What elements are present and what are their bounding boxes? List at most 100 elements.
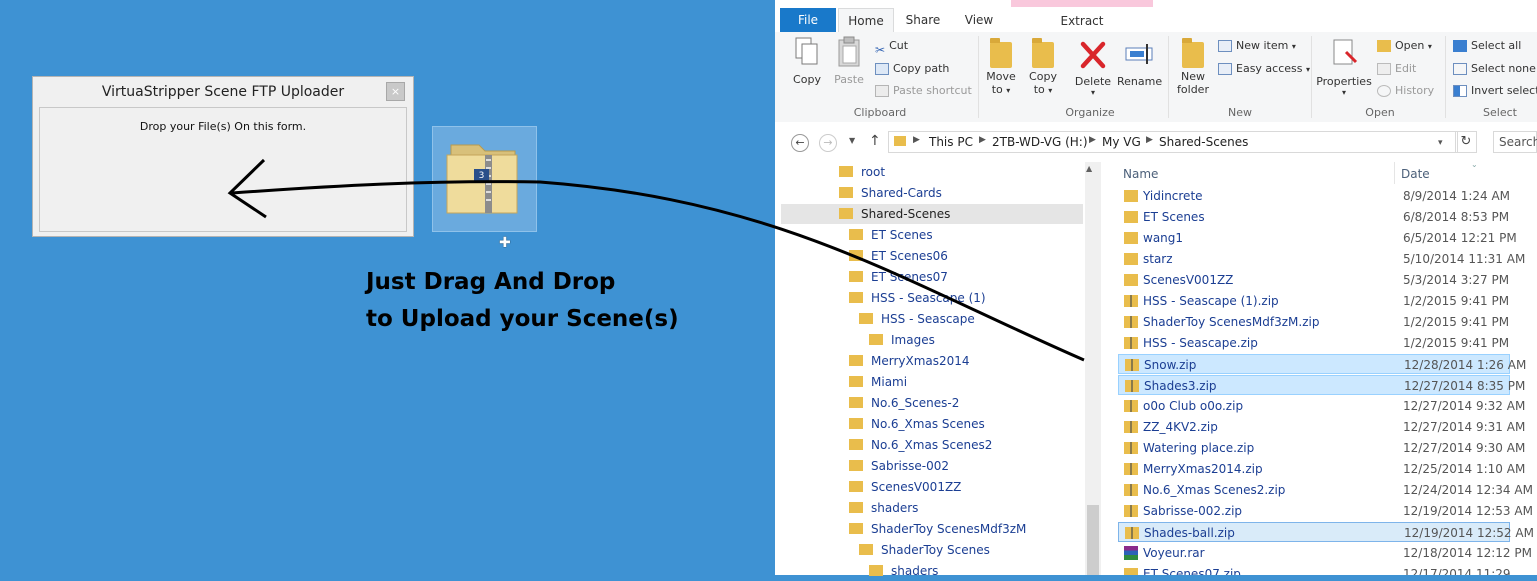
column-header-name[interactable]: Name — [1123, 164, 1158, 184]
history-button[interactable]: History — [1377, 81, 1434, 101]
tree-item[interactable]: ET Scenes07 — [849, 267, 948, 287]
tree-item[interactable]: MerryXmas2014 — [849, 351, 970, 371]
select-all-button[interactable]: Select all — [1453, 36, 1521, 56]
list-item[interactable]: ET Scenes07.zip12/17/2014 11:29 AM — [1118, 564, 1510, 575]
tab-home[interactable]: Home — [838, 8, 894, 32]
crumb-drive[interactable]: 2TB-WD-VG (H:) — [992, 135, 1088, 149]
group-divider — [1311, 36, 1312, 118]
list-item[interactable]: HSS - Seascape (1).zip 1/2/2015 9:41 PM — [1118, 291, 1510, 311]
ribbon-tabs: File Home Share View Extract — [775, 0, 1537, 33]
copy-path-button[interactable]: Copy path — [875, 59, 949, 79]
move-to-button[interactable]: Move to ▾ — [983, 36, 1019, 96]
back-button[interactable]: ← — [791, 134, 809, 152]
cut-button[interactable]: ✂ Cut — [875, 36, 908, 57]
open-button[interactable]: Open ▾ — [1377, 36, 1432, 56]
list-item[interactable]: Sabrisse-002.zip 12/19/2014 12:53 AM — [1118, 501, 1533, 521]
list-item[interactable]: Yidincrete 8/9/2014 1:24 AM — [1118, 186, 1510, 206]
copy-to-button[interactable]: Copy to ▾ — [1025, 36, 1061, 96]
new-folder-button[interactable]: New folder — [1173, 36, 1213, 96]
crumb-my-vg[interactable]: My VG — [1102, 135, 1141, 149]
chevron-right-icon[interactable]: ▶ — [913, 135, 920, 145]
drop-instruction: Drop your File(s) On this form. — [139, 120, 307, 133]
list-item[interactable]: MerryXmas2014.zip 12/25/2014 1:10 AM — [1118, 459, 1525, 479]
drop-zone[interactable]: Drop your File(s) On this form. — [39, 107, 407, 232]
chevron-right-icon[interactable]: ▶ — [1089, 135, 1096, 145]
chevron-right-icon[interactable]: ▶ — [979, 135, 986, 145]
tree-item[interactable]: Sabrisse-002 — [849, 456, 949, 476]
tree-item[interactable]: root — [839, 162, 885, 182]
tree-item[interactable]: shaders — [869, 561, 938, 581]
tree-item[interactable]: Shared-Cards — [839, 183, 942, 203]
edit-button[interactable]: Edit — [1377, 59, 1416, 79]
tree-item[interactable]: ShaderToy ScenesMdf3zM — [849, 519, 1026, 539]
file-explorer-window[interactable]: File Home Share View Extract Copy Paste … — [775, 0, 1537, 578]
invert-selection-icon — [1453, 85, 1467, 97]
zipper-icon — [1130, 442, 1132, 454]
column-header-date[interactable]: Date — [1401, 164, 1430, 184]
tree-item[interactable]: ShaderToy Scenes — [859, 540, 990, 560]
forward-button[interactable]: → — [819, 134, 837, 152]
tree-item[interactable]: ScenesV001ZZ — [849, 477, 961, 497]
group-divider — [1445, 36, 1446, 118]
chevron-right-icon[interactable]: ▶ — [1146, 135, 1153, 145]
paste-button[interactable]: Paste — [831, 36, 867, 86]
invert-selection-button[interactable]: Invert selecti — [1453, 81, 1537, 101]
tab-view[interactable]: View — [951, 8, 1007, 32]
list-item-selected[interactable]: Snow.zip 12/28/2014 1:26 AM — [1118, 354, 1526, 374]
list-item[interactable]: HSS - Seascape.zip 1/2/2015 9:41 PM — [1118, 333, 1510, 353]
list-item[interactable]: starz 5/10/2014 11:31 AM — [1118, 249, 1525, 269]
tree-item[interactable]: shaders — [849, 498, 918, 518]
tree-item[interactable]: HSS - Seascape — [859, 309, 975, 329]
rename-button[interactable]: Rename — [1117, 36, 1162, 88]
delete-button[interactable]: Delete ▾ — [1073, 36, 1113, 97]
tree-scrollbar-thumb[interactable] — [1087, 505, 1099, 575]
uploader-window[interactable]: VirtuaStripper Scene FTP Uploader × Drop… — [32, 76, 414, 237]
list-item[interactable]: No.6_Xmas Scenes2.zip 12/24/2014 12:34 AM — [1118, 480, 1533, 500]
folder-icon — [849, 376, 863, 387]
copy-button[interactable]: Copy — [789, 36, 825, 86]
properties-button[interactable]: Properties ▾ — [1315, 36, 1373, 97]
address-box[interactable]: ▶ This PC ▶ 2TB-WD-VG (H:) ▶ My VG ▶ Sha… — [888, 131, 1458, 153]
tab-share[interactable]: Share — [897, 8, 949, 32]
column-divider[interactable] — [1394, 162, 1395, 184]
list-item-focused[interactable]: Shades-ball.zip 12/19/2014 12:52 AM — [1118, 522, 1534, 542]
tab-file[interactable]: File — [780, 8, 836, 32]
crumb-shared-scenes[interactable]: Shared-Scenes — [1159, 135, 1248, 149]
tab-extract[interactable]: Extract — [1011, 9, 1153, 33]
list-item[interactable]: ET Scenes 6/8/2014 8:53 PM — [1118, 207, 1510, 227]
list-item[interactable]: Voyeur.rar 12/18/2014 12:12 PM — [1118, 543, 1532, 563]
recent-locations-chevron-icon[interactable]: ▼ — [849, 136, 855, 145]
folder-icon — [849, 523, 863, 534]
tree-item[interactable]: No.6_Xmas Scenes — [849, 414, 985, 434]
new-item-icon — [1218, 40, 1232, 52]
paste-shortcut-button[interactable]: Paste shortcut — [875, 81, 972, 101]
zipper-icon — [1131, 527, 1133, 539]
list-item-selected[interactable]: Shades3.zip 12/27/2014 8:35 PM — [1118, 375, 1525, 395]
tree-item[interactable]: Miami — [849, 372, 907, 392]
scroll-up-arrow-icon[interactable]: ▲ — [1086, 164, 1092, 173]
search-input[interactable]: Search — [1493, 131, 1537, 153]
list-item[interactable]: ZZ_4KV2.zip 12/27/2014 9:31 AM — [1118, 417, 1525, 437]
tree-item[interactable]: ET Scenes06 — [849, 246, 948, 266]
list-item[interactable]: wang1 6/5/2014 12:21 PM — [1118, 228, 1517, 248]
list-item[interactable]: o0o Club o0o.zip 12/27/2014 9:32 AM — [1118, 396, 1525, 416]
tree-item[interactable]: Images — [869, 330, 935, 350]
tree-item[interactable]: No.6_Scenes-2 — [849, 393, 959, 413]
list-item[interactable]: ShaderToy ScenesMdf3zM.zip 1/2/2015 9:41 … — [1118, 312, 1510, 332]
tree-item-selected[interactable]: Shared-Scenes — [781, 204, 1083, 224]
new-item-button[interactable]: New item ▾ — [1218, 36, 1296, 56]
up-arrow-icon[interactable]: ↑ — [869, 133, 881, 149]
tree-item[interactable]: ET Scenes — [849, 225, 933, 245]
refresh-button[interactable]: ↻ — [1455, 131, 1477, 153]
close-button[interactable]: × — [386, 82, 405, 101]
easy-access-icon — [1218, 63, 1232, 75]
address-dropdown-icon[interactable]: ▾ — [1438, 138, 1443, 148]
folder-icon — [849, 481, 863, 492]
tree-item[interactable]: HSS - Seascape (1) — [849, 288, 986, 308]
list-item[interactable]: ScenesV001ZZ 5/3/2014 3:27 PM — [1118, 270, 1510, 290]
select-none-button[interactable]: Select none — [1453, 59, 1536, 79]
crumb-this-pc[interactable]: This PC — [929, 135, 973, 149]
list-item[interactable]: Watering place.zip 12/27/2014 9:30 AM — [1118, 438, 1525, 458]
easy-access-button[interactable]: Easy access ▾ — [1218, 59, 1310, 79]
tree-item[interactable]: No.6_Xmas Scenes2 — [849, 435, 992, 455]
